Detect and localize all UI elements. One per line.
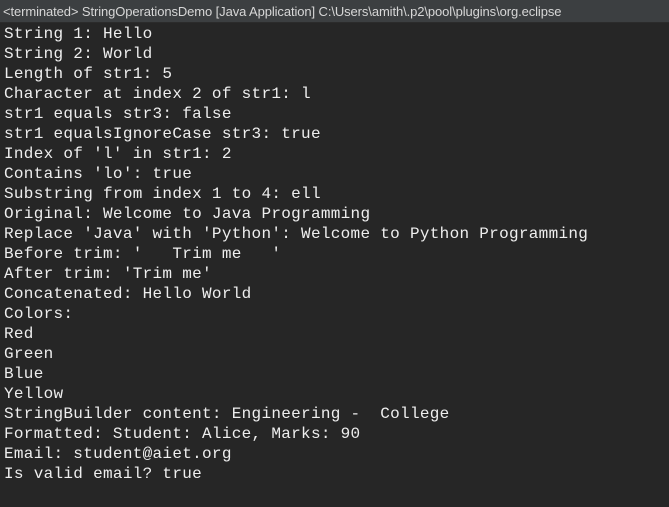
console-line: String 1: Hello [4,25,153,43]
console-line: Formatted: Student: Alice, Marks: 90 [4,425,361,443]
console-line: Red [4,325,34,343]
console-line: Length of str1: 5 [4,65,173,83]
console-header: <terminated> StringOperationsDemo [Java … [0,0,669,23]
console-line: Original: Welcome to Java Programming [4,205,371,223]
console-line: After trim: 'Trim me' [4,265,212,283]
console-line: Email: student@aiet.org [4,445,232,463]
console-line: Concatenated: Hello World [4,285,252,303]
console-line: str1 equalsIgnoreCase str3: true [4,125,321,143]
console-line: Green [4,345,54,363]
console-line: StringBuilder content: Engineering - Col… [4,405,450,423]
console-line: Before trim: ' Trim me ' [4,245,282,263]
console-line: Yellow [4,385,64,403]
console-line: str1 equals str3: false [4,105,232,123]
console-line: Colors: [4,305,74,323]
console-line: Substring from index 1 to 4: ell [4,185,321,203]
console-line: Blue [4,365,44,383]
console-line: Contains 'lo': true [4,165,193,183]
console-output[interactable]: String 1: Hello String 2: World Length o… [0,24,669,507]
console-title: <terminated> StringOperationsDemo [Java … [3,4,562,19]
console-line: Index of 'l' in str1: 2 [4,145,232,163]
console-line: Is valid email? true [4,465,203,483]
console-line: String 2: World [4,45,153,63]
console-line: Replace 'Java' with 'Python': Welcome to… [4,225,589,243]
console-line: Character at index 2 of str1: l [4,85,311,103]
